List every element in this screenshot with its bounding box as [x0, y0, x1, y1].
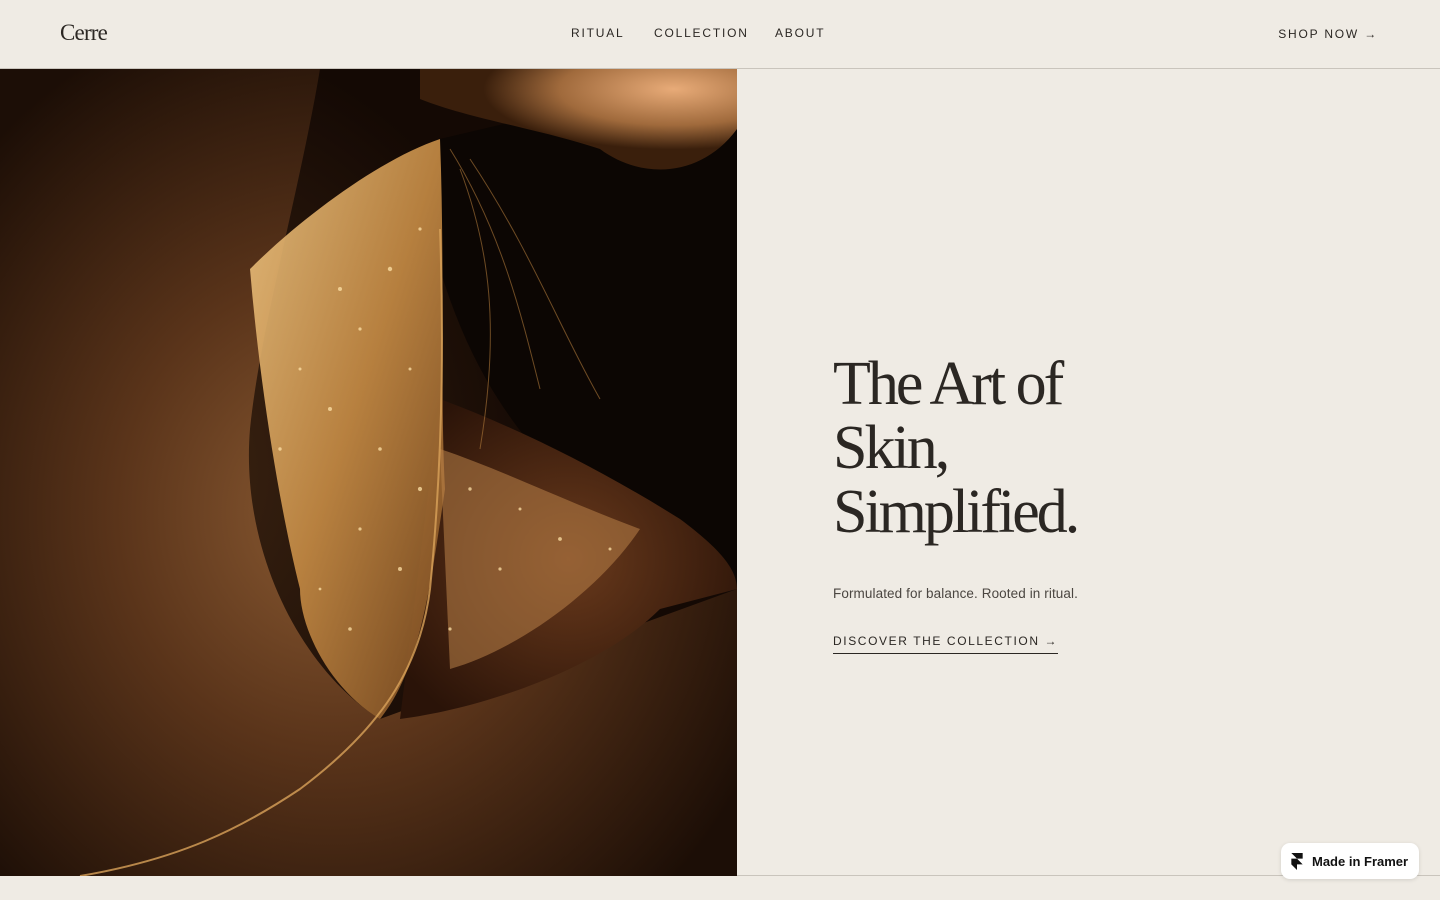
headline-line-2: Skin,	[833, 414, 950, 482]
headline-line-1: The Art of	[833, 350, 1064, 418]
shop-now-link[interactable]: SHOP NOW →	[1278, 27, 1378, 41]
hero-content: The Art of Skin, Simplified. Formulated …	[833, 352, 1253, 654]
badge-label: Made in Framer	[1312, 853, 1409, 869]
nav-item-about[interactable]: ABOUT	[775, 26, 825, 40]
nav-item-collection[interactable]: COLLECTION	[654, 26, 749, 40]
made-in-framer-badge[interactable]: Made in Framer	[1281, 843, 1419, 879]
site-header: Cerre RITUAL COLLECTION ABOUT SHOP NOW →	[0, 0, 1440, 69]
framer-logo-icon	[1291, 852, 1303, 870]
nav-item-ritual[interactable]: RITUAL	[571, 26, 624, 40]
discover-collection-link[interactable]: DISCOVER THE COLLECTION →	[833, 634, 1059, 654]
hero-image	[0, 69, 737, 876]
hero-headline: The Art of Skin, Simplified.	[833, 352, 1253, 544]
hero-tagline: Formulated for balance. Rooted in ritual…	[833, 586, 1078, 601]
main-nav: RITUAL COLLECTION ABOUT	[0, 26, 1440, 42]
headline-line-3: Simplified.	[833, 478, 1080, 546]
skin-closeup-photo	[0, 69, 737, 876]
